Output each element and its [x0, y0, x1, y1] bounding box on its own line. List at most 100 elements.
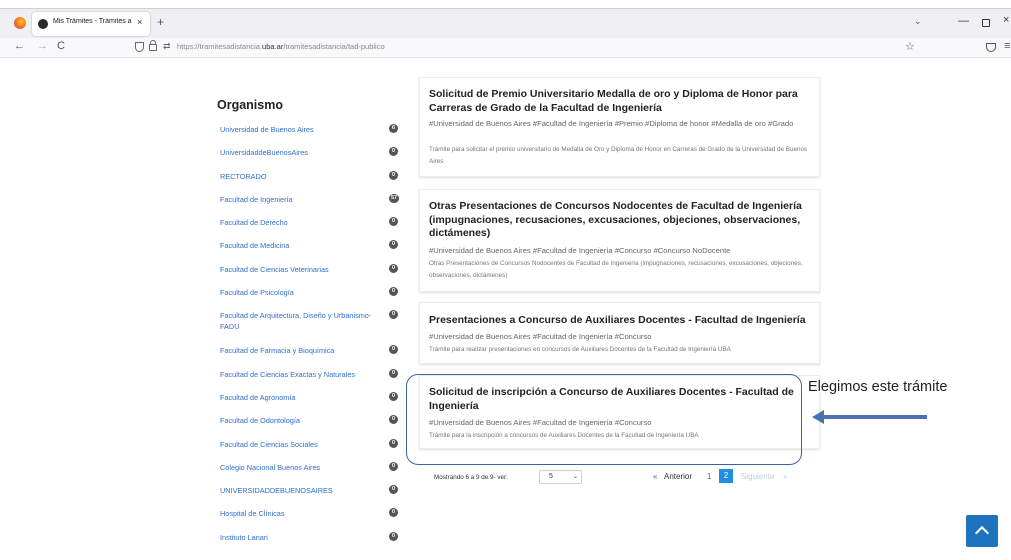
url-path: /tramitesadistancia/tad-publico	[283, 42, 385, 51]
sidebar-item-label[interactable]: Instituto Lanari	[220, 532, 380, 543]
sidebar-item-label[interactable]: Colegio Nacional Buenos Aires	[220, 462, 380, 473]
card-title[interactable]: Presentaciones a Concurso de Auxiliares …	[429, 314, 814, 328]
annotation-text: Elegimos este trámite	[808, 379, 948, 395]
annotation-arrow	[823, 415, 927, 419]
count-badge: 0	[389, 147, 398, 157]
pagination-prev[interactable]: Anterior	[664, 472, 692, 481]
tramite-card-premio[interactable]: Solicitud de Premio Universitario Medall…	[419, 77, 820, 177]
site-favicon-icon	[38, 19, 48, 29]
tracking-shield-icon[interactable]	[135, 42, 144, 52]
sidebar-item-organismo[interactable]: Facultad de Derecho 0	[215, 210, 405, 233]
sidebar-item-label[interactable]: Facultad de Ciencias Exactas y Naturales	[220, 369, 380, 380]
card-tags: #Universidad de Buenos Aires #Facultad d…	[429, 119, 794, 128]
chevron-down-icon: ⌄	[573, 474, 579, 480]
sidebar-item-organismo[interactable]: Facultad de Ciencias Sociales 0	[215, 432, 405, 455]
organismo-list: Universidad de Buenos Aires 6 Universidadd…	[215, 117, 405, 548]
bookmark-star-icon[interactable]: ☆	[905, 40, 915, 53]
sidebar-item-label[interactable]: UniversidaddeBuenosAires	[220, 147, 380, 158]
count-badge: 0	[389, 438, 398, 448]
sidebar-item-label[interactable]: Facultad de Derecho	[220, 217, 380, 228]
browser-tab-bar: Mis Trámites - Trámites a Distan × + ⌄ —…	[0, 8, 1011, 38]
prev-chevron-icon[interactable]: «	[653, 472, 657, 481]
sidebar-item-label[interactable]: Facultad de Farmacia y Bioquímica	[220, 345, 380, 356]
count-badge: 0	[389, 368, 398, 378]
card-description: Trámite para realizar presentaciones en …	[429, 346, 731, 353]
sidebar-item-organismo[interactable]: Facultad de Psicología 0	[215, 280, 405, 303]
forward-button[interactable]: →	[37, 40, 48, 52]
count-badge: 0	[389, 531, 398, 541]
sidebar-item-organismo[interactable]: Facultad de Agronomía 0	[215, 385, 405, 408]
sidebar-item-label[interactable]: Facultad de Psicología	[220, 287, 380, 298]
sidebar-item-label[interactable]: Facultad de Ciencias Veterinarias	[220, 264, 380, 275]
annotation-arrow-head-icon	[812, 410, 824, 424]
url-prefix: https://tramitesadistancia.	[177, 42, 263, 51]
card-title[interactable]: Otras Presentaciones de Concursos Nodoce…	[429, 200, 814, 241]
sidebar-item-organismo[interactable]: Facultad de Medicina 0	[215, 233, 405, 256]
card-title[interactable]: Solicitud de Premio Universitario Medall…	[429, 88, 814, 115]
card-tags: #Universidad de Buenos Aires #Facultad d…	[429, 332, 652, 341]
sidebar-item-label[interactable]: UNIVERSIDADDEBUENOSAIRES	[220, 485, 380, 496]
url-domain: uba.ar	[262, 42, 284, 51]
tab-close-icon[interactable]: ×	[137, 17, 142, 27]
showing-count: Mostrando 6 a 9 de 9- ver:	[434, 474, 508, 481]
sidebar-item-label[interactable]: Hospital de Clínicas	[220, 508, 380, 519]
sidebar-item-label[interactable]: Facultad de Ingeniería	[220, 194, 380, 205]
highlight-circle	[406, 374, 802, 465]
count-badge: 0	[389, 310, 398, 320]
count-badge: 0	[389, 485, 398, 495]
sidebar-item-organismo[interactable]: RECTORADO 0	[215, 164, 405, 187]
sidebar-item-label[interactable]: Facultad de Odontología	[220, 415, 380, 426]
url-bar[interactable]: https://tramitesadistancia.uba.ar/tramit…	[177, 42, 385, 51]
pocket-icon[interactable]	[986, 43, 996, 52]
pagination-page-1[interactable]: 1	[707, 472, 711, 481]
sidebar-item-organismo[interactable]: Colegio Nacional Buenos Aires 0	[215, 455, 405, 478]
sidebar-item-label[interactable]: Facultad de Agronomía	[220, 392, 380, 403]
sidebar-item-organismo[interactable]: Hospital de Clínicas 0	[215, 501, 405, 524]
sidebar-item-organismo[interactable]: Facultad de Arquitectura, Diseño y Urban…	[215, 303, 405, 338]
count-badge: 57	[389, 193, 400, 203]
tramite-card-nodocentes[interactable]: Otras Presentaciones de Concursos Nodoce…	[419, 189, 820, 292]
window-close-button[interactable]: ×	[1003, 14, 1009, 26]
count-badge: 0	[389, 461, 398, 471]
hamburger-menu-icon[interactable]: ≡	[1004, 40, 1010, 52]
page: Mis Trámites - Trámites a Distan × + ⌄ —…	[0, 0, 1011, 560]
sidebar-item-label[interactable]: Facultad de Medicina	[220, 240, 380, 251]
browser-tab-mis-tramites[interactable]: Mis Trámites - Trámites a Distan ×	[32, 12, 150, 36]
window-minimize-button[interactable]: —	[958, 15, 969, 27]
sidebar-item-organismo[interactable]: Facultad de Ciencias Veterinarias 0	[215, 257, 405, 280]
card-description: Otras Presentaciones de Concursos Nodoce…	[429, 260, 803, 279]
per-page-select[interactable]: 5 ⌄	[539, 470, 582, 484]
reload-button[interactable]: C	[57, 40, 65, 52]
new-tab-button[interactable]: +	[157, 15, 164, 29]
firefox-logo-icon	[14, 17, 26, 29]
sidebar-item-organismo[interactable]: Facultad de Farmacia y Bioquímica 0	[215, 338, 405, 361]
sidebar-item-label[interactable]: Universidad de Buenos Aires	[220, 124, 380, 135]
scroll-to-top-button[interactable]	[966, 515, 998, 547]
count-badge: 0	[389, 345, 398, 355]
sidebar-item-organismo[interactable]: UniversidaddeBuenosAires 0	[215, 140, 405, 163]
sidebar-item-label[interactable]: Facultad de Arquitectura, Diseño y Urban…	[220, 310, 380, 332]
sidebar-title: Organismo	[217, 98, 283, 112]
permissions-icon[interactable]: ⇄	[163, 41, 171, 52]
pagination-page-2-active[interactable]: 2	[719, 469, 733, 483]
sidebar-item-label[interactable]: Facultad de Ciencias Sociales	[220, 439, 380, 450]
tramite-card-presentaciones[interactable]: Presentaciones a Concurso de Auxiliares …	[419, 302, 820, 364]
sidebar-item-organismo[interactable]: UNIVERSIDADDEBUENOSAIRES 0	[215, 478, 405, 501]
sidebar-item-organismo[interactable]: Universidad de Buenos Aires 6	[215, 117, 405, 140]
lock-icon[interactable]	[149, 40, 157, 51]
sidebar-item-label[interactable]: RECTORADO	[220, 171, 380, 182]
next-chevron-icon[interactable]: »	[783, 472, 787, 481]
pagination-next[interactable]: Siguiente	[741, 472, 774, 481]
per-page-value: 5	[549, 473, 553, 480]
count-badge: 0	[389, 508, 398, 518]
sidebar-item-organismo[interactable]: Facultad de Ingeniería 57	[215, 187, 405, 210]
browser-nav-bar: ← → C ⇄ https://tramitesadistancia.uba.a…	[0, 38, 1011, 58]
back-button[interactable]: ←	[14, 40, 25, 52]
count-badge: 0	[389, 263, 398, 273]
sidebar-item-organismo[interactable]: Facultad de Ciencias Exactas y Naturales…	[215, 362, 405, 385]
sidebar-item-organismo[interactable]: Instituto Lanari 0	[215, 525, 405, 548]
list-tabs-chevron-icon[interactable]: ⌄	[914, 16, 922, 27]
count-badge: 0	[389, 391, 398, 401]
window-maximize-button[interactable]	[982, 19, 990, 27]
sidebar-item-organismo[interactable]: Facultad de Odontología 0	[215, 408, 405, 431]
